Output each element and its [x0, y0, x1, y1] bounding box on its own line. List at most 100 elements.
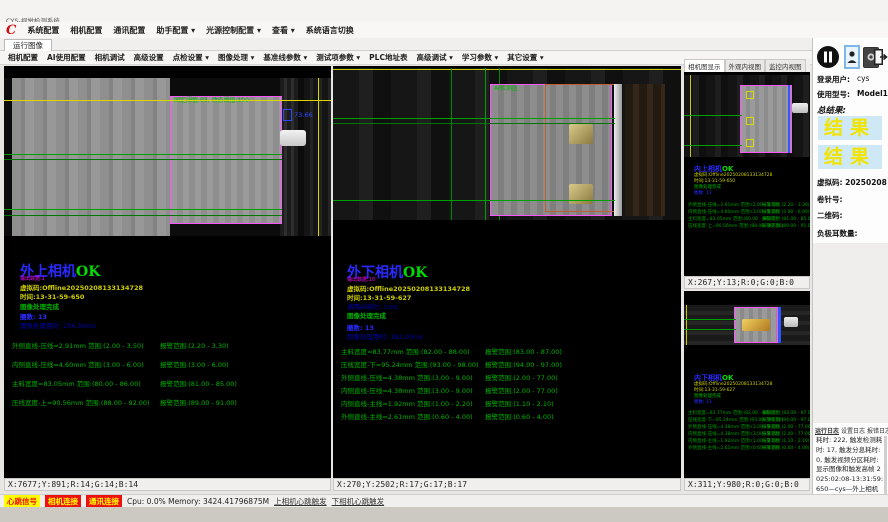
- middle-meas-5: 外侧直线-主线=2.61mm 范围:(0.60 - 4.00): [341, 411, 473, 421]
- tab-outer-view[interactable]: 外观内视图: [725, 59, 766, 72]
- tool-advanced-debug[interactable]: 高级调试 ▾: [416, 52, 452, 63]
- left-done: 图像处理完成: [20, 301, 59, 311]
- right-bottom-alarm-4: 报警范围:(1.10 - 2.10): [762, 438, 810, 444]
- tab-count-label: 负极耳数量:: [817, 228, 858, 239]
- right-top-view-statusbar: X:267;Y:13;R:0;G:0;B:0: [684, 276, 810, 289]
- middle-alarm-5: 报警范围:(0.60 - 4.00): [485, 411, 554, 421]
- cpu-memory-status: Cpu: 0.0% Memory: 3424.41796875M: [127, 497, 269, 506]
- log-tab-run[interactable]: 运行日志: [815, 426, 839, 435]
- heartbeat-badge: 心跳信号: [4, 495, 40, 508]
- left-feature-box: [283, 109, 292, 121]
- tool-image-process[interactable]: 图像处理 ▾: [218, 52, 254, 63]
- exit-button[interactable]: [873, 45, 888, 69]
- pause-icon: [816, 45, 840, 69]
- menu-light-config[interactable]: 光源控制配置 ▾: [206, 25, 261, 36]
- right-top-alarm-2: 报警范围:(81.00 - 85.00): [762, 216, 810, 222]
- log-tab-errors[interactable]: 报错日志: [867, 426, 888, 435]
- left-output-note: 输出数据:1: [20, 275, 45, 282]
- left-view-statusbar: X:7677;Y:891;R:14;G:14;B:14: [4, 478, 331, 491]
- log-tabstrip: 运行日志 设置日志 报错日志: [815, 426, 887, 435]
- app-logo-icon: C: [6, 24, 16, 37]
- tool-camera-config[interactable]: 相机配置: [8, 52, 38, 63]
- menu-view[interactable]: 查看 ▾: [272, 25, 295, 36]
- app-statusbar: 心跳信号 相机连接 通讯连接 Cpu: 0.0% Memory: 3424.41…: [0, 494, 888, 507]
- right-bottom-camera-view[interactable]: 内下相机OK 虚拟码:Offline20250208133134728 时间:1…: [684, 291, 810, 478]
- tool-plc-address[interactable]: PLC地址表: [369, 52, 407, 63]
- tab-run-image[interactable]: 运行图像: [4, 39, 52, 51]
- right-view-tabstrip: 相机图显示 外观内视图 监控内视图: [684, 59, 810, 72]
- left-alarm-1: 报警范围:(3.00 - 6.00): [160, 359, 229, 369]
- middle-meas-4: 内侧直线-主线=1.92mm 范围:(1.00 - 2.20): [341, 398, 473, 408]
- middle-meas-2: 外侧直线-压线=4.38mm 范围:(3.00 - 9.00): [341, 372, 473, 382]
- tool-test-params[interactable]: 测试项参数 ▾: [316, 52, 360, 63]
- tool-camera-debug[interactable]: 相机调试: [95, 52, 125, 63]
- left-feature-value: 73.66: [294, 111, 313, 119]
- result-block-1: 结果: [818, 116, 882, 140]
- control-panel: 登录用户: cys 使用型号: Model1 总结果: 结果 结果 虚拟码: 2…: [812, 38, 888, 510]
- vcode-value: 20250208: [845, 178, 887, 187]
- left-meas-2: 主料宽度=83.05mm 范围:(80.00 - 86.00): [12, 378, 141, 388]
- tab-camera-display[interactable]: 相机图显示: [684, 59, 725, 72]
- log-scrollbar[interactable]: [884, 436, 887, 496]
- middle-ai-area-label: AI检测区: [494, 83, 518, 92]
- right-bottom-alarm-2: 报警范围:(2.00 - 77.00): [762, 424, 810, 430]
- middle-meas-3: 内侧直线-压线=4.38mm 范围:(3.00 - 9.00): [341, 385, 473, 395]
- right-top-camera-view[interactable]: 内上相机OK 虚拟码:Offline20250208133134728 时间:1…: [684, 72, 810, 276]
- menu-camera-config[interactable]: 相机配置: [70, 25, 102, 36]
- left-camera-image: 固定阈值:93, 动态阈值:100 73.66: [4, 78, 331, 236]
- middle-result-ok: OK: [403, 265, 427, 281]
- right-bottom-view-statusbar: X:311;Y:980;R:0;G:0;B:0: [684, 478, 810, 491]
- left-connector-part: [280, 130, 306, 146]
- log-tab-settings[interactable]: 设置日志: [841, 426, 865, 435]
- tool-ai-config[interactable]: AI使用配置: [47, 52, 86, 63]
- middle-camera-view[interactable]: AI检测区 外下相机OK 输出数据:10 虚拟码:Offline20250208…: [333, 66, 681, 478]
- left-alarm-2: 报警范围:(81.00 - 85.00): [160, 378, 237, 388]
- tool-spot-check[interactable]: 点检设置 ▾: [173, 52, 209, 63]
- middle-alarm-4: 报警范围:(1.10 - 2.10): [485, 398, 554, 408]
- menu-comm-config[interactable]: 通讯配置: [113, 25, 145, 36]
- left-roi-box: [170, 96, 282, 224]
- right-bottom-alarm-1: 报警范围:(94.00 - 97.00): [762, 417, 810, 423]
- tool-baseline-params[interactable]: 基准线参数 ▾: [263, 52, 307, 63]
- right-bottom-alarm-5: 报警范围:(0.60 - 4.00): [762, 445, 810, 451]
- user-icon: [847, 50, 857, 64]
- panel-spacer: [813, 243, 888, 423]
- tool-learn-params[interactable]: 学习参数 ▾: [462, 52, 498, 63]
- middle-view-statusbar: X:270;Y:2502;R:17;G:17;B:17: [333, 478, 681, 491]
- menu-bar: C 系统配置 相机配置 通讯配置 助手配置 ▾ 光源控制配置 ▾ 查看 ▾ 系统…: [0, 22, 888, 38]
- middle-alarm-0: 报警范围:(83.00 - 87.00): [485, 346, 562, 356]
- tab-monitor-view[interactable]: 监控内视图: [765, 59, 806, 72]
- bottom-margin: [0, 507, 888, 522]
- top-cam-heartbeat-link[interactable]: 上相机心跳触发: [274, 496, 327, 507]
- tool-other-settings[interactable]: 其它设置 ▾: [507, 52, 543, 63]
- middle-done: 图像处理完成: [347, 310, 386, 320]
- left-alarm-0: 报警范围:(2.20 - 3.30): [160, 340, 229, 350]
- comm-connect-badge: 通讯连接: [86, 495, 122, 508]
- middle-alarm-2: 报警范围:(2.00 - 77.00): [485, 372, 558, 382]
- right-top-alarm-3: 报警范围:(89.00 - 91.00): [762, 223, 810, 229]
- exit-door-icon: [873, 48, 888, 66]
- model-label: 使用型号:: [817, 89, 850, 100]
- menu-assistant-config[interactable]: 助手配置 ▾: [156, 25, 195, 36]
- left-proc-time: 图像处理用时: 256.00ms: [20, 320, 96, 330]
- total-result-label: 总结果:: [817, 104, 846, 116]
- result-block-2: 结果: [818, 145, 882, 169]
- user-button[interactable]: [844, 45, 860, 69]
- right-bottom-loops: 圈数: 13: [694, 399, 712, 405]
- left-meas-0: 外侧直线-压线=2.91mm 范围:(2.00 - 3.50): [12, 340, 144, 350]
- left-camera-view[interactable]: 固定阈值:93, 动态阈值:100 73.66 外上相机OK 输出数据:1 虚拟…: [4, 66, 331, 478]
- pause-button[interactable]: [815, 44, 841, 70]
- middle-output-note: 输出数据:10: [347, 276, 375, 283]
- left-time: 时间:13-31-59-650: [20, 291, 84, 301]
- right-top-alarm-1: 报警范围:(3.00 - 6.00): [762, 209, 810, 215]
- right-top-alarm-0: 报警范围:(2.20 - 3.30): [762, 202, 810, 208]
- tab-strip: [0, 38, 888, 51]
- menu-language-switch[interactable]: 系统语言切换: [306, 25, 354, 36]
- login-user-value: cys: [857, 74, 869, 83]
- bottom-cam-heartbeat-link[interactable]: 下相机心跳触发: [332, 496, 385, 507]
- left-meas-3: 压线宽度-上=90.56mm 范围:(88.00 - 92.00): [12, 397, 150, 407]
- middle-meas-0: 主料宽度=83.77mm 范围:(82.00 - 88.00): [341, 346, 470, 356]
- tool-advanced-settings[interactable]: 高级设置: [134, 52, 164, 63]
- middle-alarm-1: 报警范围:(94.00 - 97.00): [485, 359, 562, 369]
- menu-system-config[interactable]: 系统配置: [27, 25, 59, 36]
